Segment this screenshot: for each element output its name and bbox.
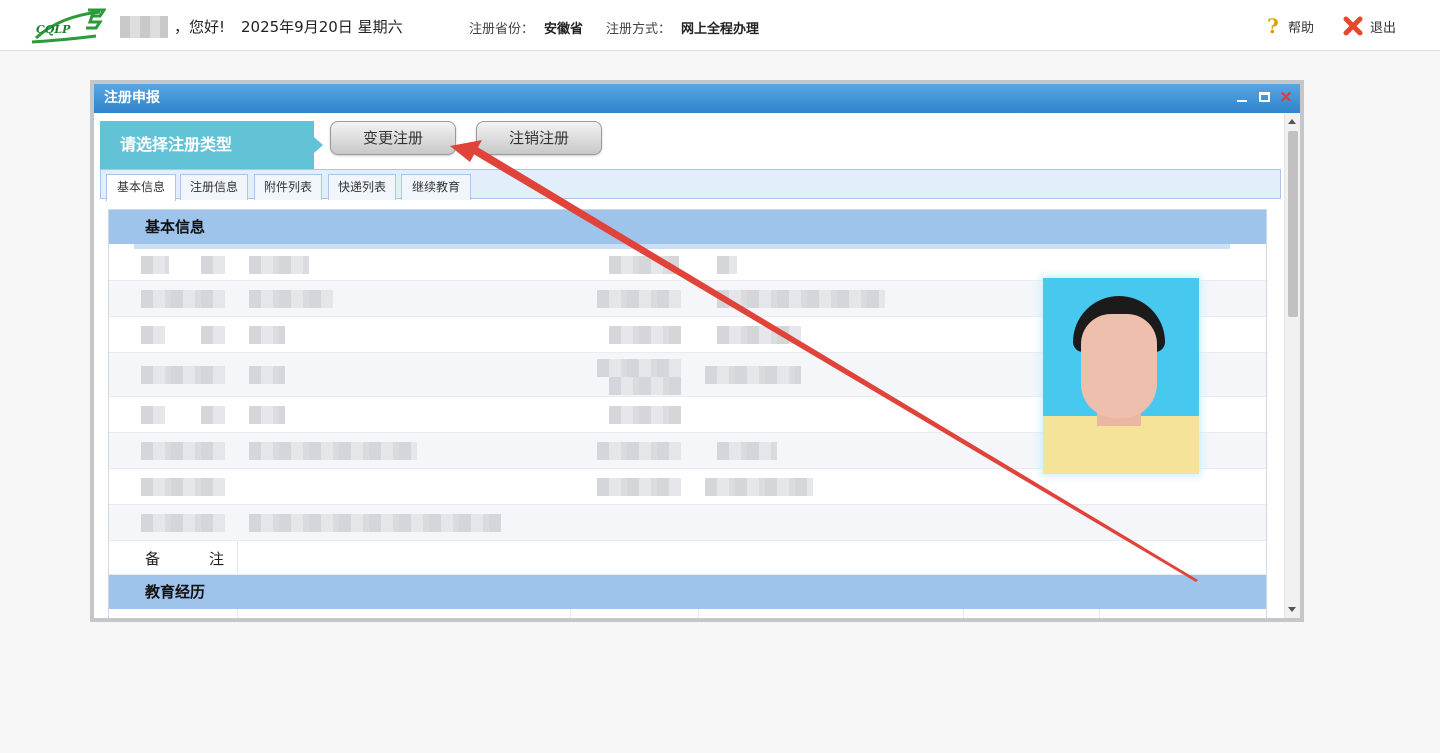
tab-strip: 基本信息 注册信息 附件列表 快递列表 继续教育 xyxy=(100,169,1281,201)
scroll-thumb[interactable] xyxy=(1288,131,1298,317)
logout-button[interactable]: 退出 xyxy=(1342,15,1396,37)
greeting-text: ，您好! xyxy=(174,18,226,36)
user-name-redacted xyxy=(120,16,168,38)
logo-text: CQLP xyxy=(36,23,71,36)
province-value: 安徽省 xyxy=(544,22,584,37)
tab-continuing-education[interactable]: 继续教育 xyxy=(401,174,471,200)
scroll-down-icon[interactable] xyxy=(1288,607,1296,612)
minimize-icon xyxy=(1237,100,1247,102)
window-title: 注册申报 xyxy=(104,90,160,106)
province-label: 注册省份： xyxy=(469,22,535,37)
cqlp-logo: CQLP xyxy=(31,8,106,44)
method-value: 网上全程办理 xyxy=(681,22,760,37)
question-mark-icon: ? xyxy=(1267,14,1279,38)
help-label: 帮助 xyxy=(1288,20,1315,36)
registration-type-label: 请选择注册类型 xyxy=(100,121,323,169)
table-row xyxy=(109,249,1266,281)
remark-row: 备注 xyxy=(109,541,1266,575)
method-label: 注册方式： xyxy=(606,22,672,37)
id-photo xyxy=(1043,278,1199,474)
close-button[interactable]: × xyxy=(1278,87,1294,107)
maximize-button[interactable] xyxy=(1256,89,1272,105)
tab-basic-info[interactable]: 基本信息 xyxy=(106,174,176,201)
table-row xyxy=(109,609,1266,618)
cancel-registration-button[interactable]: 注销注册 xyxy=(476,121,602,155)
table-row xyxy=(109,469,1266,505)
scroll-up-icon[interactable] xyxy=(1288,119,1296,124)
maximize-icon xyxy=(1258,92,1270,102)
education-header: 教育经历 xyxy=(109,575,1266,609)
help-button[interactable]: ? 帮助 xyxy=(1264,14,1315,38)
vertical-scrollbar[interactable] xyxy=(1284,113,1300,618)
window-body: 请选择注册类型 变更注册 注销注册 基本信息 注册信息 附件列表 快递列表 继续… xyxy=(94,113,1300,618)
remark-label: 备注 xyxy=(145,550,225,568)
top-header: CQLP ，您好! 2025年9月20日 星期六 注册省份： 安徽省 注册方式：… xyxy=(0,0,1440,51)
tab-attachments[interactable]: 附件列表 xyxy=(254,174,322,200)
registration-window: 注册申报 × 请选择注册类型 变更注册 注销注册 基本信息 注册信息 附件列表 … xyxy=(90,80,1304,622)
basic-info-header: 基本信息 xyxy=(109,210,1266,244)
date-text: 2025年9月20日 星期六 xyxy=(241,18,403,36)
basic-info-panel: 基本信息 备 注 教育经历 xyxy=(108,209,1267,618)
window-title-bar: 注册申报 × xyxy=(94,84,1300,113)
change-registration-button[interactable]: 变更注册 xyxy=(330,121,456,155)
close-icon: × xyxy=(1278,87,1294,107)
red-x-icon xyxy=(1343,16,1363,36)
table-row xyxy=(109,505,1266,541)
tab-registration-info[interactable]: 注册信息 xyxy=(180,174,248,200)
tab-express[interactable]: 快递列表 xyxy=(328,174,396,200)
logout-label: 退出 xyxy=(1370,20,1397,36)
minimize-button[interactable] xyxy=(1234,89,1250,105)
